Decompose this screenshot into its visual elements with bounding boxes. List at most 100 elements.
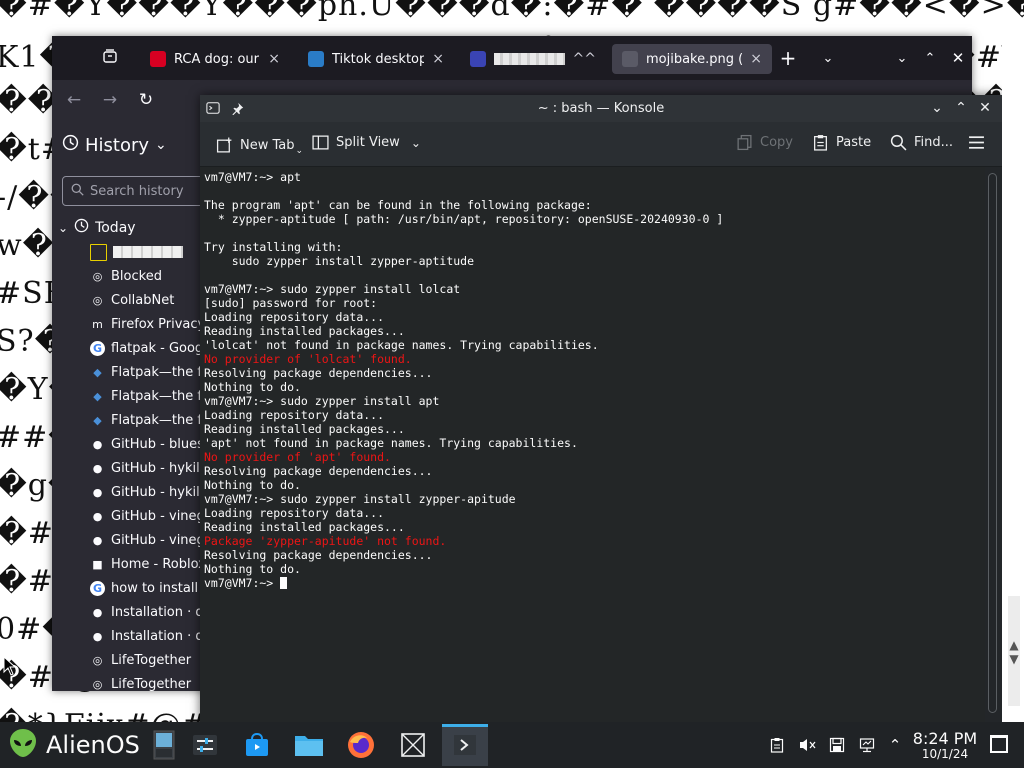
flatpak-icon: ◆	[93, 389, 102, 403]
history-item[interactable]: ● GitHub - vineg	[90, 528, 200, 552]
find-button[interactable]: Find...	[890, 134, 953, 151]
list-all-tabs-icon[interactable]: ⌄	[816, 46, 840, 70]
chevron-down-icon: ⌄	[295, 146, 304, 156]
browser-tab[interactable]: ^^	[460, 44, 606, 74]
image-viewer-icon[interactable]	[390, 724, 436, 766]
terminal-output: vm7@VM7:~> apt The program 'apt' can be f…	[204, 170, 723, 590]
history-item[interactable]: m Firefox Privacy	[90, 312, 200, 336]
volume-muted-icon[interactable]	[797, 735, 817, 755]
forward-icon[interactable]: →	[98, 88, 122, 112]
history-item-label: GitHub - hykilp	[111, 460, 200, 476]
search-icon	[890, 134, 907, 151]
clipboard-icon[interactable]	[767, 735, 787, 755]
history-item[interactable]: ● GitHub - hykilp	[90, 456, 200, 480]
browser-tab[interactable]: Tiktok desktop a ×	[298, 44, 454, 74]
globe-icon: ◎	[92, 677, 103, 691]
close-tab-icon[interactable]: ×	[432, 51, 444, 67]
terminal-line: Resolving package dependencies...	[204, 464, 723, 478]
terminal-line-text: Nothing to do.	[204, 562, 301, 576]
close-tab-icon[interactable]: ×	[750, 51, 762, 67]
konsole-title-bar[interactable]: ~ : bash — Konsole ⌄ ⌃ ✕	[200, 95, 1002, 122]
browser-tab[interactable]: mojibake.png (PNG ×	[612, 44, 772, 74]
terminal-cursor	[280, 577, 288, 589]
tab-title	[494, 53, 565, 65]
history-item[interactable]: ◎ CollabNet	[90, 288, 200, 312]
history-item[interactable]: ◆ Flatpak—the f	[90, 384, 200, 408]
history-item[interactable]: Ghow to install	[90, 576, 200, 600]
mozilla-icon: m	[92, 317, 103, 331]
maximize-chevron-icon[interactable]: ⌃	[918, 46, 942, 70]
terminal-line-text: Loading repository data...	[204, 310, 385, 324]
terminal-line-text: vm7@VM7:~> apt	[204, 170, 301, 184]
konsole-window-title: ~ : bash — Konsole	[537, 101, 665, 116]
close-window-icon[interactable]: ✕	[946, 46, 970, 70]
network-icon[interactable]	[857, 735, 877, 755]
history-item[interactable]	[90, 240, 200, 264]
firefox-view-icon[interactable]	[98, 44, 122, 68]
digital-clock[interactable]: 8:24 PM 10/1/24	[908, 730, 982, 761]
discover-store-icon[interactable]	[234, 724, 280, 766]
history-item[interactable]: ◎ LifeTogether	[90, 648, 200, 672]
terminal-line: Reading installed packages...	[204, 520, 723, 534]
search-history-input[interactable]: Search history	[62, 176, 200, 206]
terminal-scrollbar[interactable]	[985, 167, 1002, 722]
copy-label: Copy	[760, 135, 793, 150]
terminal-line-text: Nothing to do.	[204, 380, 301, 394]
terminal-line-text: Try installing with:	[204, 240, 343, 254]
browser-tab[interactable]: RCA dog: our fa ×	[140, 44, 290, 74]
history-item-label: Flatpak—the f	[111, 364, 200, 380]
new-tab-button[interactable]: New Tab ⌄	[216, 134, 303, 156]
terminal-line-text: Resolving package dependencies...	[204, 548, 433, 562]
pager-desktop-1[interactable]	[150, 724, 178, 766]
show-desktop-icon[interactable]	[990, 735, 1008, 753]
close-tab-icon[interactable]: ^^	[573, 51, 596, 67]
history-item[interactable]: ■ Home - Roblox	[90, 552, 200, 576]
history-item[interactable]: ● GitHub - hykilp	[90, 480, 200, 504]
close-tab-icon[interactable]: ×	[268, 51, 280, 67]
scrollbar-thumb[interactable]	[988, 173, 997, 713]
terminal-line-text: [sudo] password for root:	[204, 296, 378, 310]
back-icon[interactable]: ←	[62, 88, 86, 112]
mouse-pointer-icon	[3, 655, 17, 676]
new-tab-button[interactable]: +	[776, 46, 800, 70]
application-launcher[interactable]: AlienOS	[8, 728, 140, 762]
close-icon[interactable]: ✕	[976, 99, 994, 117]
split-view-button[interactable]: Split View ⌄	[312, 134, 421, 151]
history-item-label: Home - Roblox	[111, 556, 200, 572]
history-item[interactable]: Gflatpak - Goog	[90, 336, 200, 360]
tab-favicon-icon	[622, 51, 638, 67]
terminal-line-text: No provider of 'apt' found.	[204, 450, 391, 464]
history-item[interactable]: ◆ Flatpak—the f	[90, 408, 200, 432]
terminal-line-text: sudo zypper install zypper-aptitude	[204, 254, 475, 268]
github-icon: ●	[92, 605, 103, 619]
show-hidden-icons-chevron-icon[interactable]: ⌃	[885, 735, 905, 755]
reload-icon[interactable]: ↻	[134, 88, 158, 112]
hamburger-menu-icon[interactable]	[968, 134, 985, 151]
history-item[interactable]: ● Installation · d	[90, 624, 200, 648]
terminal-line: Nothing to do.	[204, 562, 723, 576]
disk-manager-icon[interactable]	[827, 735, 847, 755]
history-item-label: GitHub - vineg	[111, 532, 200, 548]
history-sidebar-header[interactable]: History ⌄	[62, 134, 167, 156]
maximize-icon[interactable]: ⌃	[952, 99, 970, 117]
system-settings-icon[interactable]	[182, 724, 228, 766]
dolphin-file-manager-icon[interactable]	[286, 724, 332, 766]
github-icon: ●	[92, 509, 103, 523]
terminal-area[interactable]: vm7@VM7:~> apt The program 'apt' can be f…	[200, 167, 985, 722]
history-item[interactable]: ● Installation · d	[90, 600, 200, 624]
history-item[interactable]: ◆ Flatpak—the f	[90, 360, 200, 384]
history-item[interactable]: ● GitHub - blues	[90, 432, 200, 456]
flatpak-icon: ◆	[93, 413, 102, 427]
history-item[interactable]: ◎ Blocked	[90, 264, 200, 288]
history-item[interactable]: ◎ LifeTogether	[90, 672, 200, 692]
firefox-icon[interactable]	[338, 724, 384, 766]
minimize-chevron-icon[interactable]: ⌄	[890, 46, 914, 70]
terminal-line: Try installing with:	[204, 240, 723, 254]
copy-button[interactable]: Copy	[736, 134, 793, 151]
history-group-today[interactable]: ⌄ Today	[58, 218, 136, 237]
history-item[interactable]: ● GitHub - vineg	[90, 504, 200, 528]
konsole-task-icon[interactable]	[442, 724, 488, 766]
history-item-label: Blocked	[111, 268, 162, 284]
minimize-icon[interactable]: ⌄	[928, 99, 946, 117]
paste-button[interactable]: Paste	[812, 134, 871, 151]
